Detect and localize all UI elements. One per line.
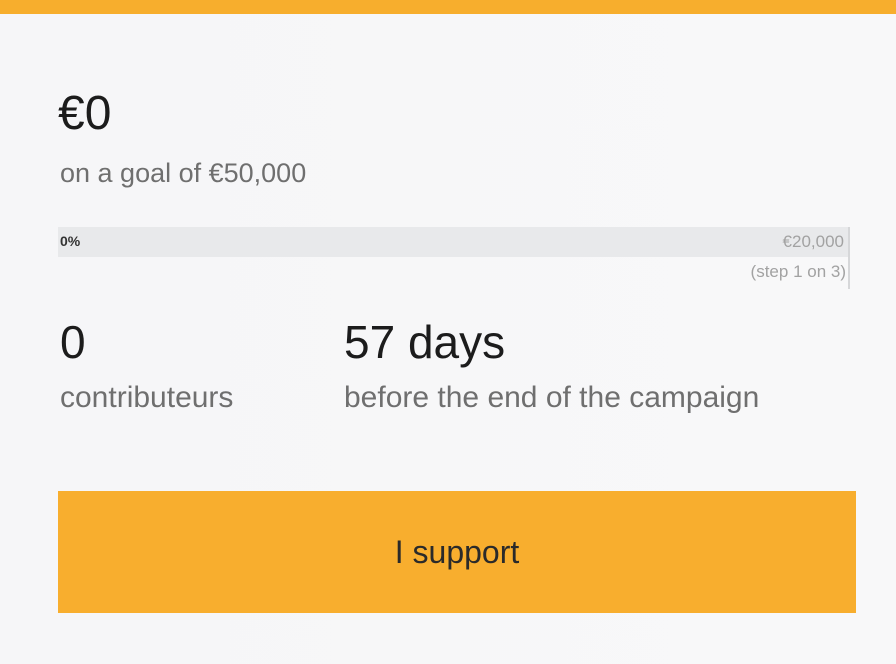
support-button[interactable]: I support	[58, 491, 856, 613]
amount-raised: €0	[58, 87, 112, 140]
progress-percent: 0%	[60, 233, 81, 249]
days-remaining: 57 days	[344, 316, 506, 368]
days-remaining-label: before the end of the campaign	[344, 381, 760, 414]
campaign-card: €0 on a goal of €50,000 0% €20,000 (step…	[0, 0, 896, 664]
step-target-amount: €20,000	[782, 232, 844, 251]
contributors-count: 0	[60, 316, 86, 368]
step-note: (step 1 on 3)	[750, 262, 846, 281]
goal-text: on a goal of €50,000	[60, 158, 307, 188]
progress-bar: 0% €20,000	[58, 227, 850, 257]
contributors-label: contributeurs	[60, 381, 234, 414]
step-divider	[848, 227, 850, 289]
accent-top-bar	[0, 0, 896, 14]
